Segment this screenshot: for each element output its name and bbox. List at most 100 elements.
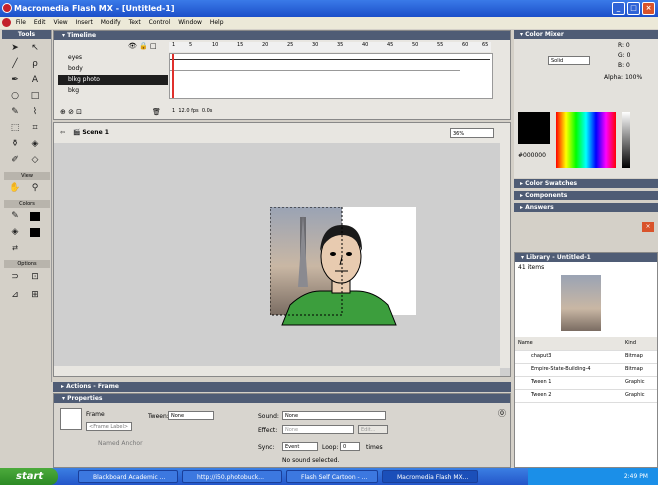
- library-item[interactable]: Tween 2 Graphic: [515, 389, 657, 403]
- maximize-button[interactable]: □: [627, 2, 640, 15]
- scene-bar: ⇦ 🎬 Scene 1 36%: [54, 123, 510, 143]
- color-mixer-title[interactable]: ▾ Color Mixer: [514, 30, 658, 39]
- library-title[interactable]: ▾ Library - Untitled-1: [515, 253, 657, 262]
- layer-visibility-icons[interactable]: 👁 🔒 □: [128, 42, 157, 50]
- title-bar: Macromedia Flash MX - [Untitled-1] _ □ ×: [0, 0, 658, 17]
- library-item[interactable]: Empire-State-Building-4 Bitmap: [515, 363, 657, 377]
- properties-title[interactable]: ▾ Properties: [54, 394, 510, 403]
- line-tool-icon[interactable]: ╱: [6, 57, 24, 72]
- timeline-title[interactable]: ▾ Timeline: [54, 31, 510, 40]
- clock: 2:49 PM: [623, 473, 648, 480]
- back-arrow-icon[interactable]: ⇦: [60, 129, 65, 136]
- stroke-color-swatch[interactable]: [30, 212, 40, 221]
- straighten-icon[interactable]: ⊿: [6, 288, 24, 303]
- menu-insert[interactable]: Insert: [76, 19, 93, 26]
- blue-value[interactable]: B: 0: [618, 62, 630, 69]
- hand-tool-icon[interactable]: ✋: [6, 181, 24, 196]
- layer-bkg-label: bkg: [68, 87, 80, 94]
- start-button[interactable]: start: [0, 468, 58, 485]
- add-layer-icons[interactable]: ⊕ ⊘ ⊡: [60, 108, 82, 116]
- playhead[interactable]: [172, 54, 174, 98]
- task-blackboard[interactable]: Blackboard Academic ...: [78, 470, 178, 483]
- scale-icon[interactable]: ⊞: [26, 288, 44, 303]
- task-macromedia-flash[interactable]: Macromedia Flash MX...: [382, 470, 478, 483]
- menu-edit[interactable]: Edit: [34, 19, 46, 26]
- zoom-select[interactable]: 36%: [450, 128, 494, 138]
- eyedropper-tool-icon[interactable]: ✐: [6, 153, 24, 168]
- stroke-color-icon[interactable]: ✎: [6, 209, 24, 224]
- library-item[interactable]: Tween 1 Graphic: [515, 376, 657, 390]
- eraser-tool-icon[interactable]: ◇: [26, 153, 44, 168]
- actions-panel-header[interactable]: ▸ Actions - Frame: [53, 382, 511, 392]
- tween-select[interactable]: None: [168, 411, 214, 420]
- color-swatches-header[interactable]: ▸ Color Swatches: [514, 179, 658, 188]
- snap-magnet-icon[interactable]: ⊃: [6, 270, 24, 285]
- sound-select[interactable]: None: [282, 411, 386, 420]
- help-icon[interactable]: ⓪: [498, 408, 506, 419]
- fill-color-icon[interactable]: ◈: [6, 225, 24, 240]
- fill-type-select[interactable]: Solid: [548, 56, 590, 65]
- fill-transform-tool-icon[interactable]: ⌗: [26, 121, 44, 136]
- text-tool-icon[interactable]: A: [26, 73, 44, 88]
- smooth-icon[interactable]: ⊡: [26, 270, 44, 285]
- menu-view[interactable]: View: [53, 19, 67, 26]
- alpha-value[interactable]: Alpha: 100%: [604, 74, 642, 81]
- close-button[interactable]: ×: [642, 2, 655, 15]
- oval-tool-icon[interactable]: ○: [6, 89, 24, 104]
- paint-bucket-tool-icon[interactable]: ◈: [26, 137, 44, 152]
- color-spectrum[interactable]: [556, 112, 616, 168]
- brightness-slider[interactable]: [622, 112, 630, 168]
- sync-select[interactable]: Event: [282, 442, 318, 451]
- layer-blkg-photo[interactable]: blkg photo: [58, 75, 168, 85]
- effect-select[interactable]: None: [282, 425, 354, 434]
- menu-bar: File Edit View Insert Modify Text Contro…: [0, 17, 658, 29]
- frame-ruler[interactable]: 1 5 10 15 20 25 30 35 40 45 50 55 60 65: [169, 42, 491, 52]
- task-photobucket[interactable]: http://i50.photobuck...: [182, 470, 282, 483]
- stage-vertical-scrollbar[interactable]: [500, 143, 510, 368]
- layer-eyes[interactable]: eyes: [58, 53, 168, 63]
- swap-colors-icon[interactable]: ⇄: [6, 241, 24, 256]
- menu-text[interactable]: Text: [129, 19, 141, 26]
- layer-body[interactable]: body: [58, 64, 168, 74]
- library-column-headers[interactable]: Name Kind: [515, 337, 657, 351]
- menu-modify[interactable]: Modify: [101, 19, 121, 26]
- pen-tool-icon[interactable]: ✒: [6, 73, 24, 88]
- edit-button[interactable]: Edit...: [358, 425, 388, 434]
- red-value[interactable]: R: 0: [618, 42, 630, 49]
- free-transform-tool-icon[interactable]: ⬚: [6, 121, 24, 136]
- ink-bottle-tool-icon[interactable]: ⚱: [6, 137, 24, 152]
- components-header[interactable]: ▸ Components: [514, 191, 658, 200]
- subselect-tool-icon[interactable]: ↖: [26, 41, 44, 56]
- timeline-panel: ▾ Timeline 1 5 10 15 20 25 30 35 40 45 5…: [53, 30, 511, 120]
- menu-control[interactable]: Control: [149, 19, 171, 26]
- menu-window[interactable]: Window: [178, 19, 202, 26]
- zoom-tool-icon[interactable]: ⚲: [26, 181, 44, 196]
- fill-color-swatch[interactable]: [30, 228, 40, 237]
- hex-value[interactable]: #000000: [518, 152, 546, 159]
- library-item[interactable]: chaput3 Bitmap: [515, 350, 657, 364]
- arrow-tool-icon[interactable]: ➤: [6, 41, 24, 56]
- menu-help[interactable]: Help: [210, 19, 224, 26]
- delete-layer-icon[interactable]: 🗑: [152, 108, 161, 116]
- stage-horizontal-scrollbar[interactable]: [54, 366, 500, 376]
- pencil-tool-icon[interactable]: ✎: [6, 105, 24, 120]
- frames-body: [170, 70, 460, 71]
- task-flash-cartoon[interactable]: Flash Self Cartoon - ...: [286, 470, 378, 483]
- cartoon-figure[interactable]: [270, 207, 416, 327]
- named-anchor-checkbox[interactable]: Named Anchor: [98, 440, 143, 447]
- green-value[interactable]: G: 0: [618, 52, 630, 59]
- menu-file[interactable]: File: [16, 19, 26, 26]
- loop-input[interactable]: 0: [340, 442, 360, 451]
- brush-tool-icon[interactable]: ⌇: [26, 105, 44, 120]
- frame-label-input[interactable]: <Frame Label>: [86, 422, 132, 431]
- frame-grid[interactable]: [169, 53, 493, 99]
- layer-bkg[interactable]: bkg: [58, 86, 168, 96]
- minimize-button[interactable]: _: [612, 2, 625, 15]
- lasso-tool-icon[interactable]: ρ: [26, 57, 44, 72]
- library-close-icon[interactable]: ×: [642, 222, 654, 232]
- tools-panel: Tools ➤ ↖ ╱ ρ ✒ A ○ □ ✎ ⌇ ⬚ ⌗ ⚱ ◈ ✐ ◇ Vi…: [2, 30, 52, 382]
- rectangle-tool-icon[interactable]: □: [26, 89, 44, 104]
- effect-label: Effect:: [258, 427, 278, 434]
- answers-header[interactable]: ▸ Answers: [514, 203, 658, 212]
- colors-section-label: Colors: [4, 200, 50, 208]
